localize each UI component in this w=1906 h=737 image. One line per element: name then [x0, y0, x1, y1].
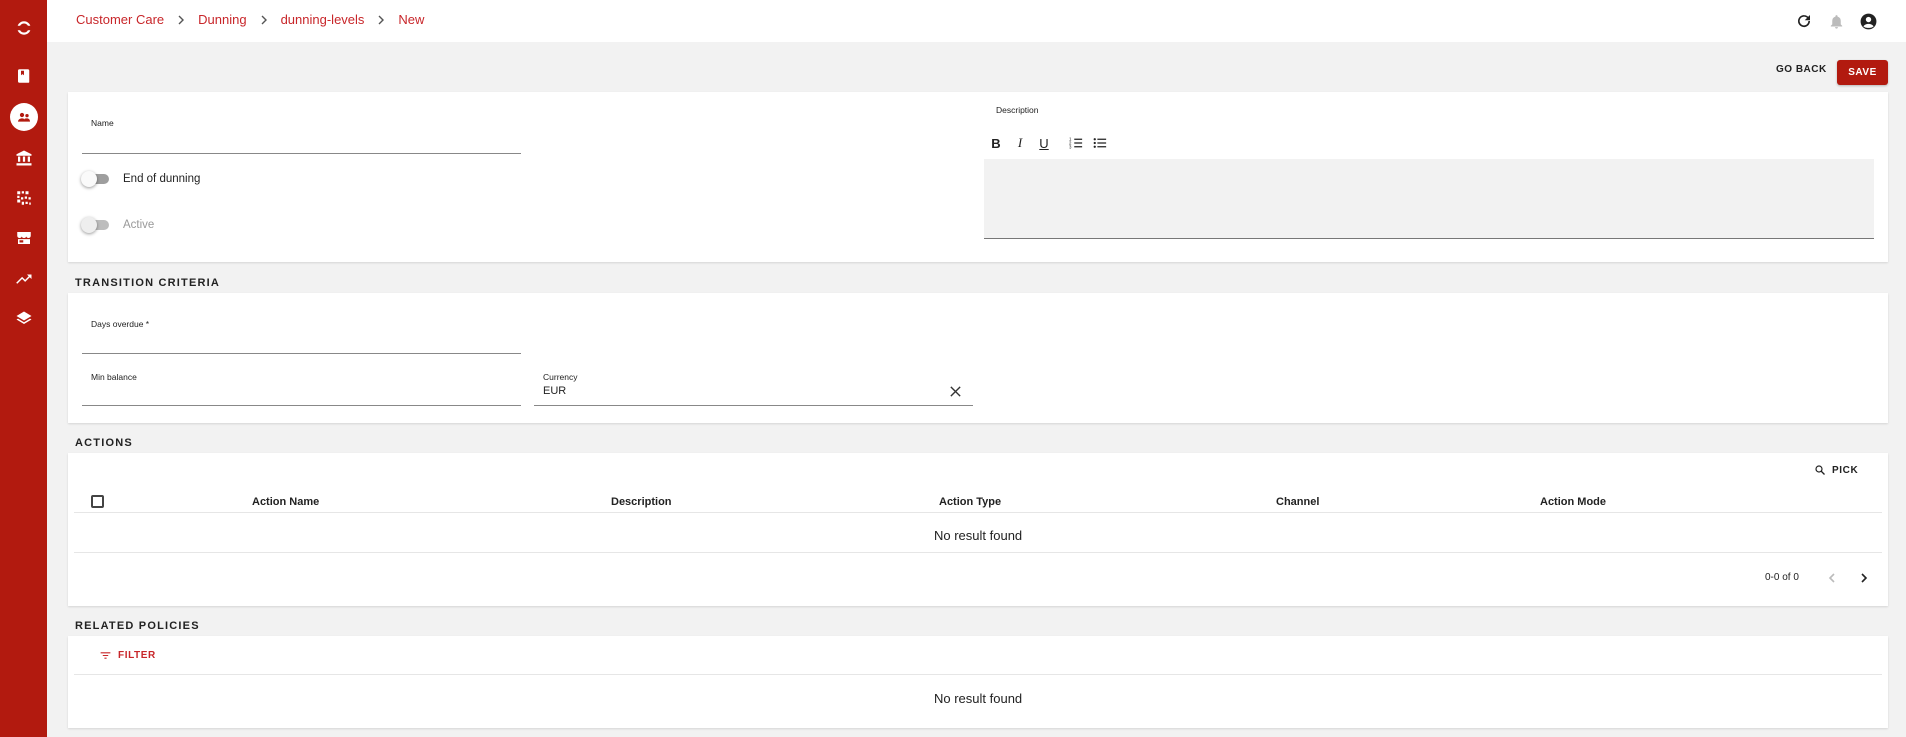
min-balance-underline	[82, 405, 521, 406]
breadcrumb: Customer Care Dunning dunning-levels New	[76, 12, 424, 27]
chevron-right-icon	[176, 15, 186, 25]
policies-empty-message: No result found	[934, 691, 1023, 706]
name-underline	[82, 153, 521, 154]
next-page-icon[interactable]	[1856, 570, 1872, 586]
pick-button[interactable]: PICK	[1814, 464, 1858, 476]
chevron-right-icon	[376, 15, 386, 25]
filter-label: FILTER	[118, 650, 156, 661]
table-footer-divider	[74, 552, 1882, 553]
bold-button[interactable]: B	[986, 134, 1006, 152]
end-of-dunning-label: End of dunning	[123, 173, 201, 185]
book-icon[interactable]	[0, 58, 47, 94]
column-action-mode[interactable]: Action Mode	[1540, 496, 1606, 508]
column-action-type[interactable]: Action Type	[939, 496, 1001, 508]
editor-toolbar: B I U 123	[986, 134, 1110, 152]
bank-icon[interactable]	[0, 140, 47, 176]
breadcrumb-dunning[interactable]: Dunning	[198, 12, 246, 27]
account-icon[interactable]	[1858, 11, 1878, 31]
table-header-divider	[74, 512, 1882, 513]
description-editor[interactable]	[984, 159, 1874, 239]
column-description[interactable]: Description	[611, 496, 672, 508]
pick-label: PICK	[1832, 464, 1859, 476]
actions-empty-message: No result found	[934, 528, 1023, 543]
name-input[interactable]	[91, 132, 521, 148]
filter-button[interactable]: FILTER	[99, 649, 156, 662]
ordered-list-icon[interactable]: 123	[1066, 134, 1086, 152]
name-label: Name	[91, 118, 114, 128]
breadcrumb-new[interactable]: New	[398, 12, 424, 27]
active-toggle[interactable]	[81, 217, 111, 233]
italic-button[interactable]: I	[1010, 134, 1030, 152]
days-overdue-label: Days overdue *	[91, 319, 150, 329]
refresh-icon[interactable]	[1794, 11, 1814, 31]
trending-up-icon[interactable]	[0, 261, 47, 297]
column-channel[interactable]: Channel	[1276, 496, 1319, 508]
days-overdue-input[interactable]	[91, 333, 521, 349]
customers-icon[interactable]	[0, 99, 47, 135]
currency-label: Currency	[543, 372, 578, 382]
clear-icon[interactable]	[948, 384, 962, 398]
breadcrumb-customer-care[interactable]: Customer Care	[76, 12, 164, 27]
sidebar	[0, 0, 47, 737]
go-back-button[interactable]: GO BACK	[1776, 64, 1827, 75]
policies-divider	[74, 674, 1882, 675]
underline-button[interactable]: U	[1034, 134, 1054, 152]
end-of-dunning-toggle[interactable]	[81, 171, 111, 187]
min-balance-input[interactable]	[91, 385, 521, 401]
days-overdue-underline	[82, 353, 521, 354]
policies-card: FILTER No result found	[68, 636, 1888, 728]
column-action-name[interactable]: Action Name	[252, 496, 319, 508]
currency-underline	[534, 405, 973, 406]
topbar: Customer Care Dunning dunning-levels New	[47, 0, 1906, 42]
store-icon[interactable]	[0, 220, 47, 256]
transition-card: Days overdue * Min balance Currency EUR	[68, 293, 1888, 423]
actions-title: ACTIONS	[75, 437, 133, 449]
search-icon	[1815, 465, 1825, 475]
active-label: Active	[123, 219, 155, 231]
breadcrumb-dunning-levels[interactable]: dunning-levels	[281, 12, 365, 27]
app-logo-icon[interactable]	[0, 10, 47, 46]
general-card: Name End of dunning Active Description B…	[68, 92, 1888, 262]
layers-icon[interactable]	[0, 301, 47, 337]
select-all-checkbox[interactable]	[91, 495, 104, 508]
svg-text:3: 3	[1069, 144, 1072, 149]
related-policies-title: RELATED POLICIES	[75, 620, 200, 632]
qr-code-icon[interactable]	[0, 180, 47, 216]
currency-input[interactable]: EUR	[543, 385, 566, 397]
bell-icon[interactable]	[1826, 11, 1846, 31]
previous-page-icon[interactable]	[1824, 570, 1840, 586]
pagination-range: 0-0 of 0	[1765, 572, 1799, 583]
actions-card: PICK Action Name Description Action Type…	[68, 453, 1888, 606]
min-balance-label: Min balance	[91, 372, 137, 382]
description-label: Description	[996, 105, 1039, 115]
save-button[interactable]: SAVE	[1837, 60, 1888, 85]
transition-criteria-title: TRANSITION CRITERIA	[75, 277, 221, 289]
bullet-list-icon[interactable]	[1090, 134, 1110, 152]
chevron-right-icon	[259, 15, 269, 25]
filter-icon	[100, 652, 111, 659]
